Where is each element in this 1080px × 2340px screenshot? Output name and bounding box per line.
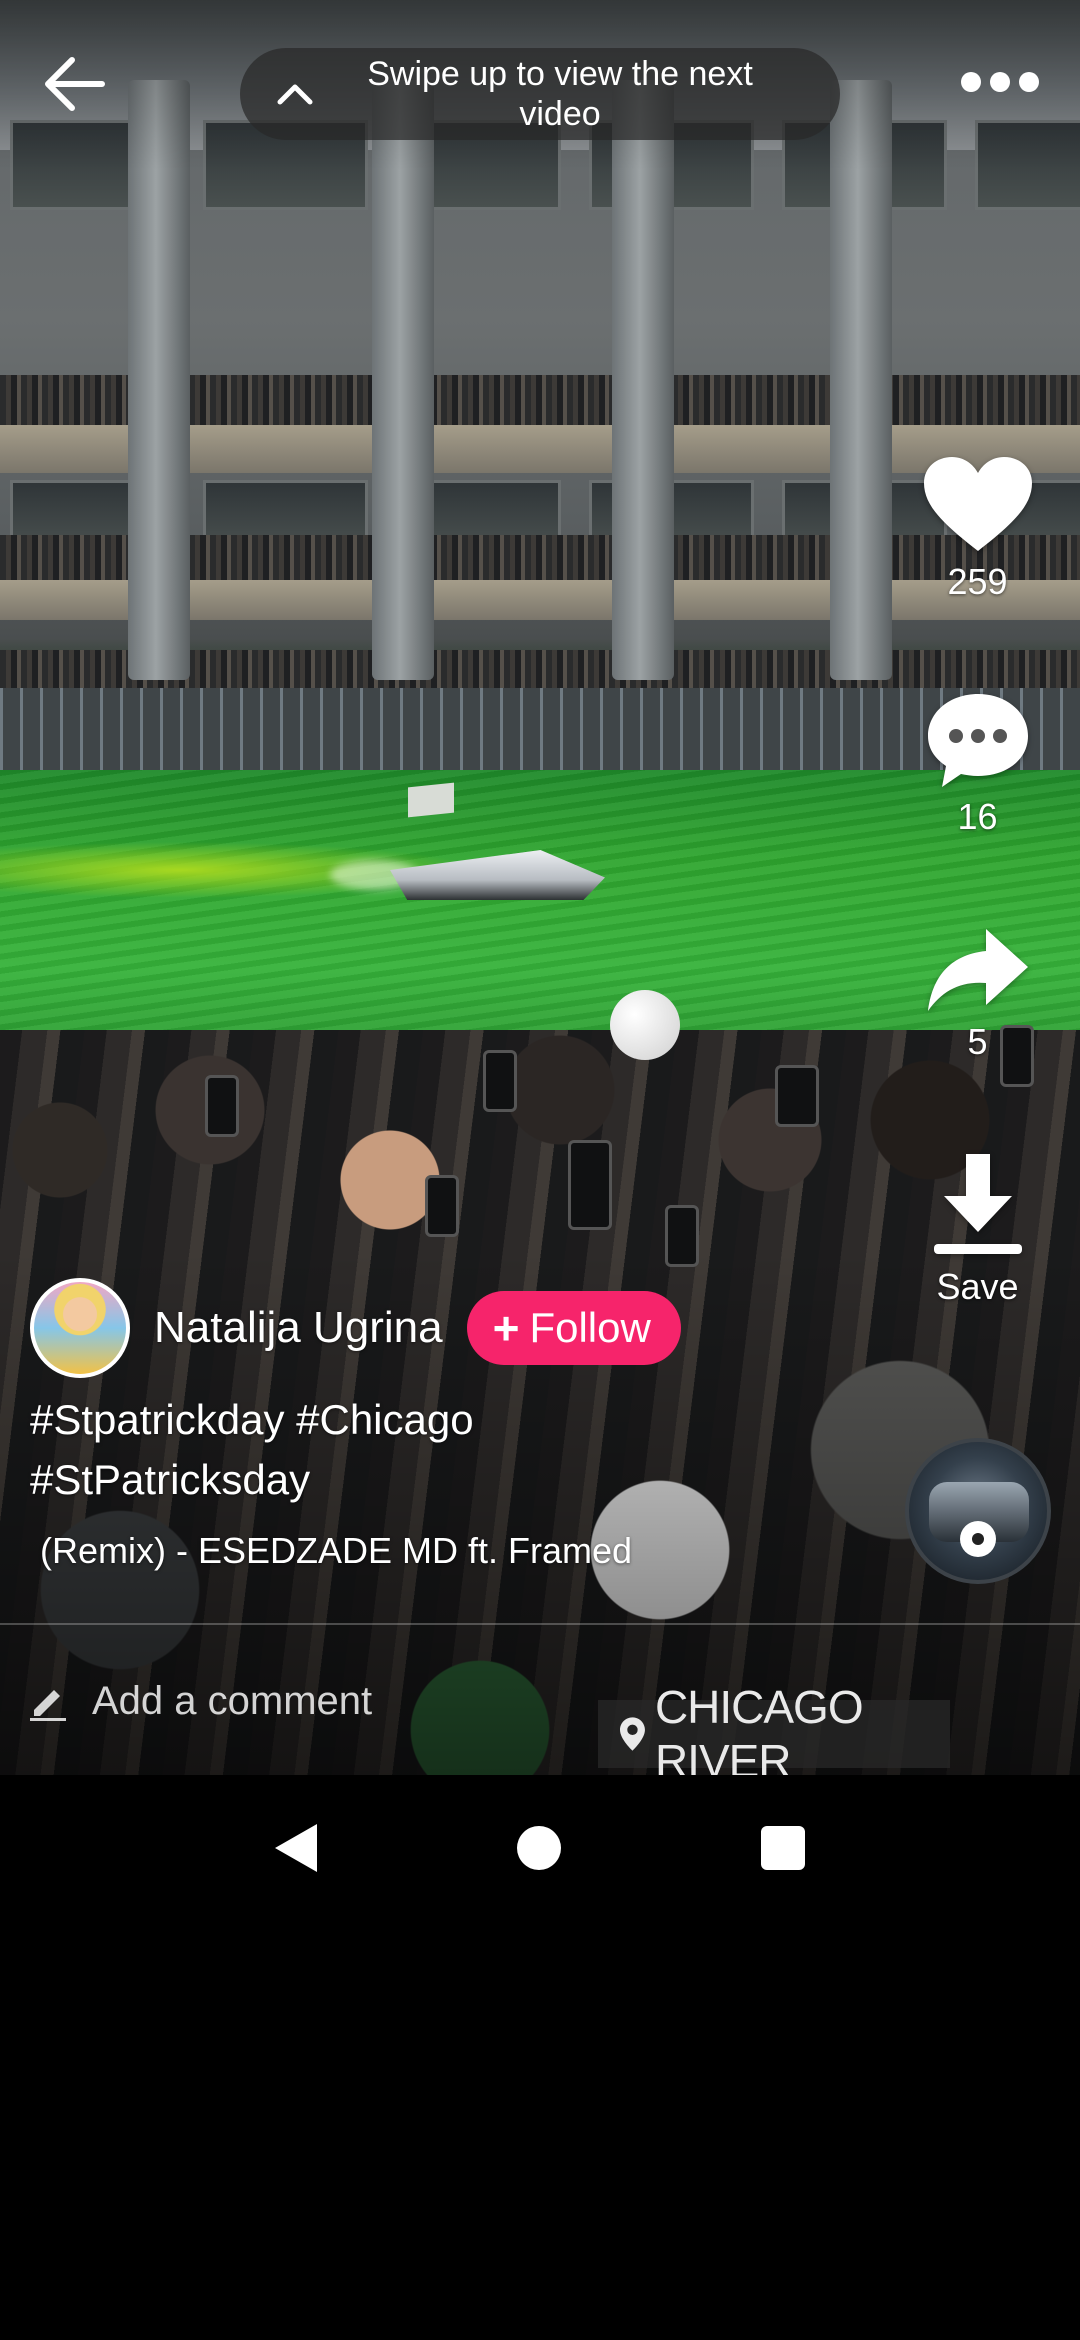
boat-flag [408,782,454,818]
more-dots-icon [961,72,981,92]
caption-line: #StPatricksday [30,1456,311,1503]
comment-bubble-icon [927,694,1028,787]
more-options-button[interactable] [955,60,1045,104]
music-disc-icon [960,1521,996,1557]
building-column [830,80,892,680]
system-nav-bar [0,1775,1080,1920]
save-label: Save [936,1266,1019,1307]
arrow-left-icon [45,57,105,111]
building-column [612,80,674,680]
location-sticker: CHICAGO RIVER [598,1681,950,1775]
swipe-up-hint[interactable]: Swipe up to view the next video [240,48,840,140]
save-button[interactable]: Save [915,1150,1040,1308]
swipe-hint-text: Swipe up to view the next video [367,55,753,133]
comment-placeholder: Add a comment [92,1678,373,1723]
like-count: 259 [947,561,1008,602]
follow-button[interactable]: + Follow [466,1291,681,1365]
building-column [372,80,434,680]
building-column [128,80,190,680]
music-disc[interactable] [905,1438,1051,1584]
more-dots-icon [1019,72,1039,92]
location-sticker-text: CHICAGO RIVER [654,1681,864,1775]
chevron-up-icon [240,83,350,105]
download-icon [933,1154,1022,1254]
nav-recents-icon[interactable] [761,1825,805,1870]
author-name[interactable]: Natalija Ugrina [154,1303,443,1353]
comment-button[interactable]: 16 [915,690,1040,838]
share-arrow-icon [927,929,1028,1011]
music-title[interactable]: (Remix) - ESEDZADE MD ft. Framed [40,1530,632,1572]
pencil-icon [30,1690,66,1721]
follow-label: Follow [529,1304,651,1351]
divider [0,1623,1080,1625]
caption-line: #Stpatrickday #Chicago [30,1396,474,1443]
add-comment-field[interactable]: Add a comment [28,1665,372,1737]
avatar[interactable] [30,1278,130,1378]
nav-back-icon[interactable] [275,1823,317,1872]
plus-icon: + [492,1302,520,1354]
video-caption[interactable]: #Stpatrickday #Chicago #StPatricksday [30,1390,610,1510]
like-button[interactable]: 259 [915,455,1040,603]
author-row: Natalija Ugrina + Follow [30,1278,681,1378]
share-count: 5 [967,1021,988,1062]
more-dots-icon [990,72,1010,92]
back-button[interactable] [38,48,110,120]
nav-home-icon[interactable] [517,1825,561,1870]
location-pin-icon [620,1717,645,1751]
heart-icon [923,457,1032,551]
balloon [610,990,680,1060]
comment-count: 16 [957,796,998,837]
share-button[interactable]: 5 [915,925,1040,1063]
